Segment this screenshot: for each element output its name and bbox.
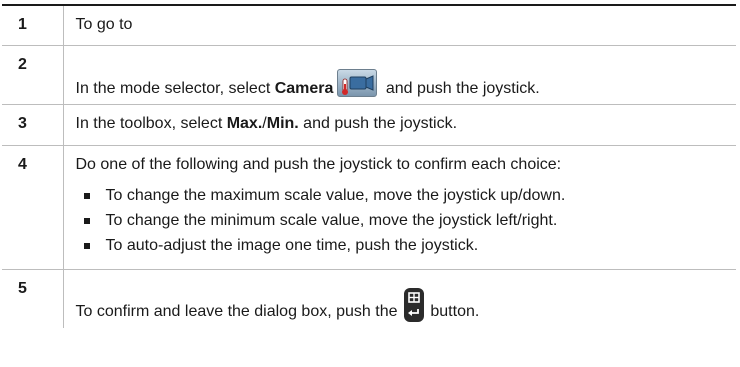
bullet-list: To change the maximum scale value, move …	[76, 186, 725, 256]
max-label: Max.	[226, 114, 263, 132]
step-text: Do one of the following and push the joy…	[62, 145, 736, 269]
bullet-square-icon	[83, 242, 90, 249]
step-row: 1 To go to	[2, 4, 736, 45]
step-2-pre: In the mode selector, select	[75, 79, 275, 97]
step-text: In the toolbox, select Max./Min. and pus…	[62, 104, 736, 145]
step-4-text: Do one of the following and push the joy…	[75, 155, 562, 173]
bullet-text: To change the minimum scale value, move …	[105, 211, 558, 229]
step-number: 2	[18, 55, 27, 73]
step-text: In the mode selector, select Camera and …	[62, 45, 736, 104]
step-row: 3 In the toolbox, select Max./Min. and p…	[2, 104, 736, 145]
step-5-post: button.	[425, 303, 480, 320]
step-number: 3	[18, 114, 27, 132]
step-1-text: To go to	[75, 16, 133, 33]
step-3-post: and push the joystick.	[298, 114, 458, 132]
step-2-post: and push the joystick.	[381, 79, 540, 97]
step-number: 4	[18, 155, 27, 173]
step-row: 2 In the mode selector, select Camera an…	[2, 45, 736, 104]
step-row: 4 Do one of the following and push the j…	[2, 145, 736, 269]
camera-label: Camera	[274, 79, 334, 97]
min-label: Min.	[266, 114, 299, 132]
bullet-square-icon	[83, 217, 90, 224]
camera-mode-icon	[337, 68, 378, 97]
step-text: To go to	[62, 4, 736, 45]
bullet-text: To change the maximum scale value, move …	[105, 186, 566, 204]
list-item: To auto-adjust the image one time, push …	[76, 236, 725, 256]
list-item: To change the maximum scale value, move …	[76, 186, 725, 206]
step-number: 1	[2, 4, 63, 45]
step-3-pre: In the toolbox, select	[75, 114, 227, 132]
step-5-pre: To confirm and leave the dialog box, pus…	[75, 303, 402, 320]
step-number: 5	[18, 279, 27, 297]
exit-button-icon	[403, 288, 424, 322]
list-item: To change the minimum scale value, move …	[76, 211, 725, 231]
step-row: 5 To confirm and leave the dialog box, p…	[2, 269, 736, 328]
procedure-table: 1 To go to 2 In the mode selector, selec…	[2, 4, 736, 328]
bullet-square-icon	[83, 192, 90, 199]
step-text: To confirm and leave the dialog box, pus…	[62, 269, 736, 328]
bullet-text: To auto-adjust the image one time, push …	[105, 236, 479, 254]
